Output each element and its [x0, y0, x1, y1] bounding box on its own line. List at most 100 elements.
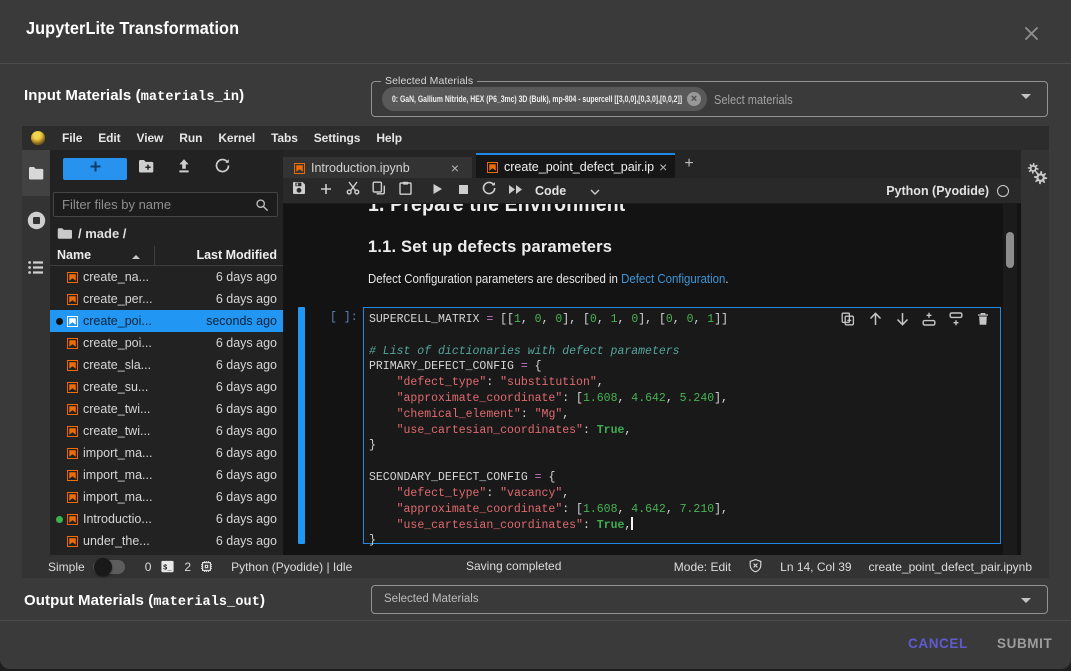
tab-introduction[interactable]: Introduction.ipynb ×	[283, 157, 472, 178]
table-of-contents-tab[interactable]	[22, 244, 50, 290]
tab-label: Introduction.ipynb	[311, 161, 410, 175]
save-button[interactable]	[287, 179, 311, 203]
input-select-caret-icon	[1021, 94, 1031, 99]
new-tab-button[interactable]: +	[675, 150, 703, 178]
file-modified: 6 days ago	[216, 512, 277, 526]
move-cell-up-button[interactable]	[868, 314, 882, 328]
mode-indicator[interactable]: Mode: Edit	[674, 560, 731, 574]
notebook-scrollbar-thumb[interactable]	[1006, 232, 1014, 268]
output-select-caret-icon	[1021, 598, 1031, 603]
column-last-modified[interactable]: Last Modified	[196, 248, 277, 262]
file-modified: 6 days ago	[216, 490, 277, 504]
copy-cell-button[interactable]	[367, 179, 391, 203]
upload-button[interactable]	[171, 155, 197, 181]
kernel-icon[interactable]	[200, 560, 213, 573]
terminals-count[interactable]: 0	[145, 560, 152, 574]
file-modified: 6 days ago	[216, 534, 277, 548]
menu-edit[interactable]: Edit	[90, 131, 128, 145]
kernel-status-icon[interactable]	[997, 185, 1009, 197]
file-modified: 6 days ago	[216, 358, 277, 372]
file-row[interactable]: create_twi...6 days ago	[50, 420, 283, 442]
paste-cell-button[interactable]	[393, 179, 417, 203]
output-select-label: Selected Materials	[384, 593, 479, 605]
breadcrumb[interactable]: / made /	[57, 222, 126, 244]
restart-run-all-button[interactable]	[503, 179, 527, 203]
menu-help[interactable]: Help	[368, 131, 410, 145]
kernel-name[interactable]: Python (Pyodide)	[886, 184, 989, 198]
defect-configuration-link[interactable]: Defect Configuration	[621, 271, 725, 286]
file-row[interactable]: create_twi...6 days ago	[50, 398, 283, 420]
file-row[interactable]: create_na...6 days ago	[50, 266, 283, 288]
refresh-button[interactable]	[209, 155, 235, 181]
input-materials-select[interactable]: Selected Materials 0: GaN, Gallium Nitri…	[371, 75, 1048, 117]
tab-create-point-defect-pair[interactable]: create_point_defect_pair.ip ×	[476, 153, 675, 178]
insert-cell-above-button[interactable]	[922, 314, 936, 328]
file-browser-tab[interactable]	[22, 150, 50, 196]
column-name[interactable]: Name	[57, 248, 91, 262]
search-icon	[255, 198, 269, 212]
file-row[interactable]: create_poi...6 days ago	[50, 332, 283, 354]
menu-kernel[interactable]: Kernel	[210, 131, 263, 145]
file-row[interactable]: import_ma... 6 days ago	[50, 486, 283, 508]
move-cell-down-button[interactable]	[895, 314, 909, 328]
file-row[interactable]: Introductio... 6 days ago	[50, 508, 283, 530]
menu-settings[interactable]: Settings	[306, 131, 369, 145]
insert-cell-below-button[interactable]	[949, 314, 963, 328]
file-modified: 6 days ago	[216, 424, 277, 438]
code-line: "approximate_coordinate": [1.608, 4.642,…	[369, 391, 998, 407]
file-row[interactable]: import_ma...6 days ago	[50, 464, 283, 486]
terminal-icon[interactable]: $_	[161, 560, 174, 573]
input-select-label: Selected Materials	[381, 75, 477, 87]
notebook-panel: Introduction.ipynb × create_point_defect…	[283, 150, 1021, 555]
file-name: import_ma...	[83, 490, 152, 504]
file-row[interactable]: create_su...6 days ago	[50, 376, 283, 398]
interrupt-kernel-button[interactable]	[451, 179, 475, 203]
property-inspector-tab[interactable]	[1027, 163, 1048, 190]
cell-type-select[interactable]: Code	[535, 184, 566, 198]
file-row[interactable]: create_poi...seconds ago	[50, 310, 283, 332]
new-launcher-button[interactable]	[63, 158, 127, 180]
code-cell[interactable]: SUPERCELL_MATRIX = [[1, 0, 0], [0, 1, 0]…	[363, 307, 1001, 544]
trust-icon[interactable]	[748, 558, 763, 576]
cell-type-caret-icon[interactable]	[590, 182, 600, 200]
insert-cell-button[interactable]	[314, 179, 338, 203]
material-chip[interactable]: 0: GaN, Gallium Nitride, HEX (P6_3mc) 3D…	[382, 87, 707, 111]
cancel-button[interactable]: CANCEL	[908, 636, 968, 651]
file-row[interactable]: under_the...6 days ago	[50, 530, 283, 552]
simple-mode-toggle[interactable]	[93, 560, 125, 574]
tab-close-icon[interactable]: ×	[656, 159, 670, 175]
menu-tabs[interactable]: Tabs	[263, 131, 306, 145]
submit-button[interactable]: SUBMIT	[997, 636, 1052, 651]
file-row[interactable]: create_per...6 days ago	[50, 288, 283, 310]
file-modified: 6 days ago	[216, 336, 277, 350]
cut-cell-button[interactable]	[341, 179, 365, 203]
menu-view[interactable]: View	[129, 131, 172, 145]
running-sessions-tab[interactable]	[22, 197, 50, 243]
input-select-placeholder: Select materials	[714, 92, 793, 107]
menu-file[interactable]: File	[54, 131, 90, 145]
new-folder-button[interactable]	[133, 155, 159, 181]
run-cell-button[interactable]	[425, 179, 449, 203]
menu-run[interactable]: Run	[171, 131, 210, 145]
chip-delete-icon[interactable]: ×	[687, 92, 701, 106]
file-row[interactable]: import_ma...6 days ago	[50, 442, 283, 464]
kernel-status[interactable]: Python (Pyodide) | Idle	[231, 560, 352, 574]
delete-cell-button[interactable]	[976, 314, 990, 328]
filter-files-input[interactable]: Filter files by name	[53, 192, 278, 217]
duplicate-cell-button[interactable]	[841, 314, 855, 328]
kernels-count[interactable]: 2	[184, 560, 191, 574]
addCell-icon	[320, 182, 332, 200]
cell-collapser[interactable]	[298, 307, 305, 544]
restart-kernel-button[interactable]	[477, 179, 501, 203]
sort-ascending-icon	[132, 255, 140, 259]
cursor-position[interactable]: Ln 14, Col 39	[780, 560, 851, 574]
code-editor[interactable]: SUPERCELL_MATRIX = [[1, 0, 0], [0, 1, 0]…	[369, 312, 998, 541]
tab-close-icon[interactable]: ×	[448, 160, 462, 176]
dialog-close-button[interactable]	[1019, 21, 1043, 45]
file-row[interactable]: create_sla...6 days ago	[50, 354, 283, 376]
notebook-file-icon	[66, 513, 79, 526]
file-name: Introductio...	[83, 512, 152, 526]
output-materials-select[interactable]: Selected Materials	[371, 585, 1048, 614]
dup-icon	[841, 312, 855, 331]
notebook-content: 1. Prepare the Environment 1.1. Set up d…	[283, 204, 1021, 555]
